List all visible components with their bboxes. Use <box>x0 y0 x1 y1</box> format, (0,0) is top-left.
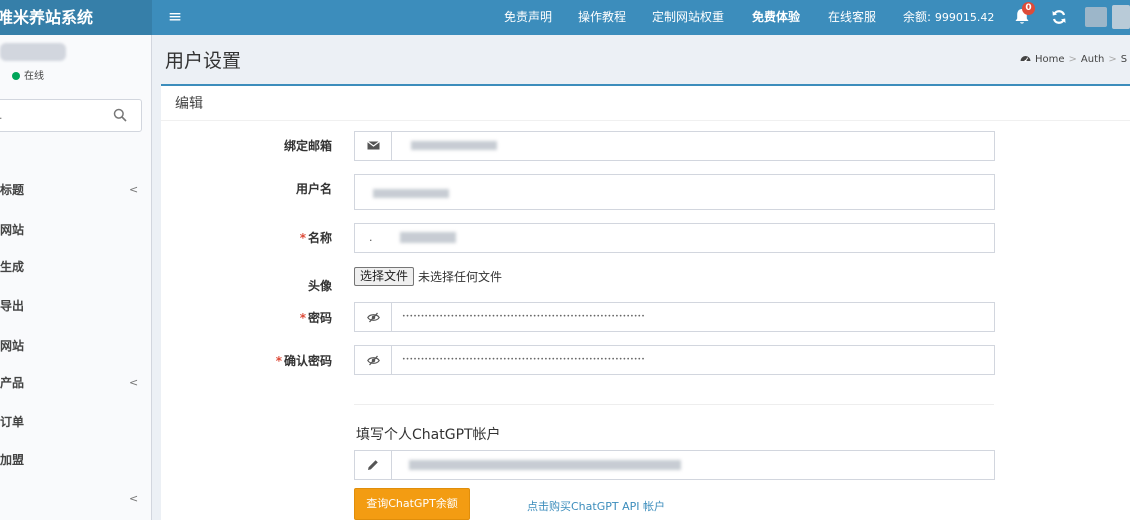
required-mark: * <box>275 354 282 368</box>
check-chatgpt-balance-button[interactable]: 查询ChatGPT余额 <box>354 488 470 520</box>
eye-slash-icon <box>367 355 380 366</box>
nav-online-support[interactable]: 在线客服 <box>828 0 876 35</box>
breadcrumb: Home > Auth > S <box>1020 53 1127 65</box>
sidebar-item-label: 的订单 <box>0 415 25 429</box>
sidebar-item-8[interactable]: 理加盟 <box>0 441 151 479</box>
sidebar-item-label: 容生成 <box>0 260 25 274</box>
breadcrumb-separator: > <box>1108 54 1117 65</box>
toggle-password-visibility[interactable] <box>355 303 392 331</box>
sidebar-item-6[interactable]: 买产品 < <box>0 364 151 402</box>
sidebar-item-label: 想标题 <box>0 183 25 197</box>
username-label-text: 用户名 <box>295 182 332 196</box>
email-label: 绑定邮箱 <box>152 137 332 154</box>
breadcrumb-home[interactable]: Home <box>1035 54 1065 65</box>
balance: 余额: 999015.42 <box>903 0 994 35</box>
chatgpt-key-field[interactable] <box>354 450 995 480</box>
confirm-password-label: * 确认密码 <box>152 352 332 369</box>
password-label-text: 密码 <box>307 311 332 325</box>
username-label: 用户名 <box>152 180 332 197</box>
online-status: 在线 <box>12 67 44 82</box>
balance-label: 余额: <box>903 10 932 24</box>
envelope-icon <box>367 141 380 150</box>
username-value-redacted <box>373 189 449 198</box>
dashboard-icon <box>1020 56 1031 63</box>
chevron-left-icon: < <box>129 492 139 505</box>
email-value-redacted <box>411 141 497 150</box>
user-avatar-top[interactable] <box>1085 7 1107 27</box>
sidebar-item-4[interactable]: 容导出 <box>0 287 151 325</box>
nickname-value-redacted <box>400 232 456 243</box>
password-value: ••••••••••••••••••••••••••••••••••••••••… <box>402 313 646 320</box>
sidebar-item-7[interactable]: 的订单 <box>0 403 151 441</box>
breadcrumb-auth[interactable]: Auth <box>1081 54 1104 65</box>
nav-disclaimer[interactable]: 免责声明 <box>504 0 552 35</box>
required-mark: * <box>299 311 306 325</box>
confirm-password-value: ••••••••••••••••••••••••••••••••••••••••… <box>402 356 646 363</box>
nav-custom-weight[interactable]: 定制网站权重 <box>652 0 724 35</box>
eye-slash-icon <box>367 312 380 323</box>
box-title: 编辑 <box>175 96 203 112</box>
nickname-label: * 名称 <box>152 229 332 246</box>
edit-form-box: 编辑 绑定邮箱 用户名 * 名称 . 头像 选择文件 未选择任何文件 * 密码 … <box>161 84 1130 520</box>
divider <box>354 404 994 405</box>
sidebar-search <box>0 99 142 132</box>
password-label: * 密码 <box>152 309 332 326</box>
refresh-icon[interactable] <box>1051 9 1067 25</box>
sidebar-item-label: 接网站 <box>0 339 25 353</box>
buy-chatgpt-api-link[interactable]: 点击购买ChatGPT API 帐户 <box>527 498 665 514</box>
nickname-field[interactable]: . <box>354 223 995 253</box>
chevron-left-icon: < <box>129 183 139 196</box>
box-header: 编辑 <box>161 86 1130 121</box>
breadcrumb-current: S <box>1120 54 1128 65</box>
nav-free-trial[interactable]: 免费体验 <box>752 0 800 35</box>
addon <box>355 132 392 160</box>
chatgpt-key-redacted <box>409 460 681 470</box>
notification-badge: 0 <box>1022 2 1035 15</box>
online-status-label: 在线 <box>24 71 44 82</box>
chevron-left-icon: < <box>129 376 139 389</box>
sidebar-item-3[interactable]: 容生成 <box>0 248 151 286</box>
password-field[interactable]: ••••••••••••••••••••••••••••••••••••••••… <box>354 302 995 332</box>
app-logo[interactable]: 唯米养站系统 <box>0 0 152 35</box>
chatgpt-section-title: 填写个人ChatGPT帐户 <box>356 427 501 443</box>
search-input[interactable] <box>0 100 105 131</box>
sidebar-item-5[interactable]: 接网站 <box>0 327 151 365</box>
balance-value: 999015.42 <box>934 11 995 24</box>
breadcrumb-separator: > <box>1068 54 1077 65</box>
sidebar-item-label: 理加盟 <box>0 453 25 467</box>
file-status: 未选择任何文件 <box>418 270 503 284</box>
addon <box>355 451 392 479</box>
app-title: 唯米养站系统 <box>0 8 94 27</box>
pencil-icon <box>368 460 378 470</box>
required-mark: * <box>299 231 306 245</box>
search-icon[interactable] <box>113 108 127 122</box>
nickname-label-text: 名称 <box>307 231 332 245</box>
page-title: 用户设置 <box>165 50 242 72</box>
sidebar-item-9[interactable]: 理< <box>0 480 151 518</box>
online-dot-icon <box>12 72 20 80</box>
sidebar-item-label: 加网站 <box>0 223 25 237</box>
avatar <box>0 43 66 61</box>
confirm-password-field[interactable]: ••••••••••••••••••••••••••••••••••••••••… <box>354 345 995 375</box>
avatar-label-text: 头像 <box>307 279 332 293</box>
nickname-value: . <box>369 231 373 244</box>
menu-icon[interactable]: ≡ <box>160 0 190 35</box>
page-header: 用户设置 Home > Auth > S <box>152 35 1130 83</box>
sidebar-item-label: 买产品 <box>0 376 25 390</box>
top-navbar: 唯米养站系统 ≡ 免责声明 操作教程 定制网站权重 免费体验 在线客服 余额: … <box>0 0 1130 35</box>
email-label-text: 绑定邮箱 <box>283 139 332 153</box>
sidebar-item-label: 容导出 <box>0 299 25 313</box>
avatar-label: 头像 <box>152 277 332 294</box>
sidebar-item-1[interactable]: 想标题 < <box>0 171 151 209</box>
sidebar-item-2[interactable]: 加网站 <box>0 211 151 249</box>
username-field[interactable] <box>354 174 995 210</box>
main-content: 用户设置 Home > Auth > S 编辑 绑定邮箱 用户名 * 名称 . … <box>152 35 1130 520</box>
confirm-password-label-text: 确认密码 <box>283 354 332 368</box>
user-menu[interactable] <box>1112 5 1130 29</box>
toggle-confirm-password-visibility[interactable] <box>355 346 392 374</box>
nav-tutorial[interactable]: 操作教程 <box>578 0 626 35</box>
email-field[interactable] <box>354 131 995 161</box>
choose-file-button[interactable]: 选择文件 <box>354 267 415 286</box>
sidebar: 在线 想标题 < 加网站 容生成 容导出 接网站 买产品 < 的订单 理加盟 理< <box>0 35 152 520</box>
